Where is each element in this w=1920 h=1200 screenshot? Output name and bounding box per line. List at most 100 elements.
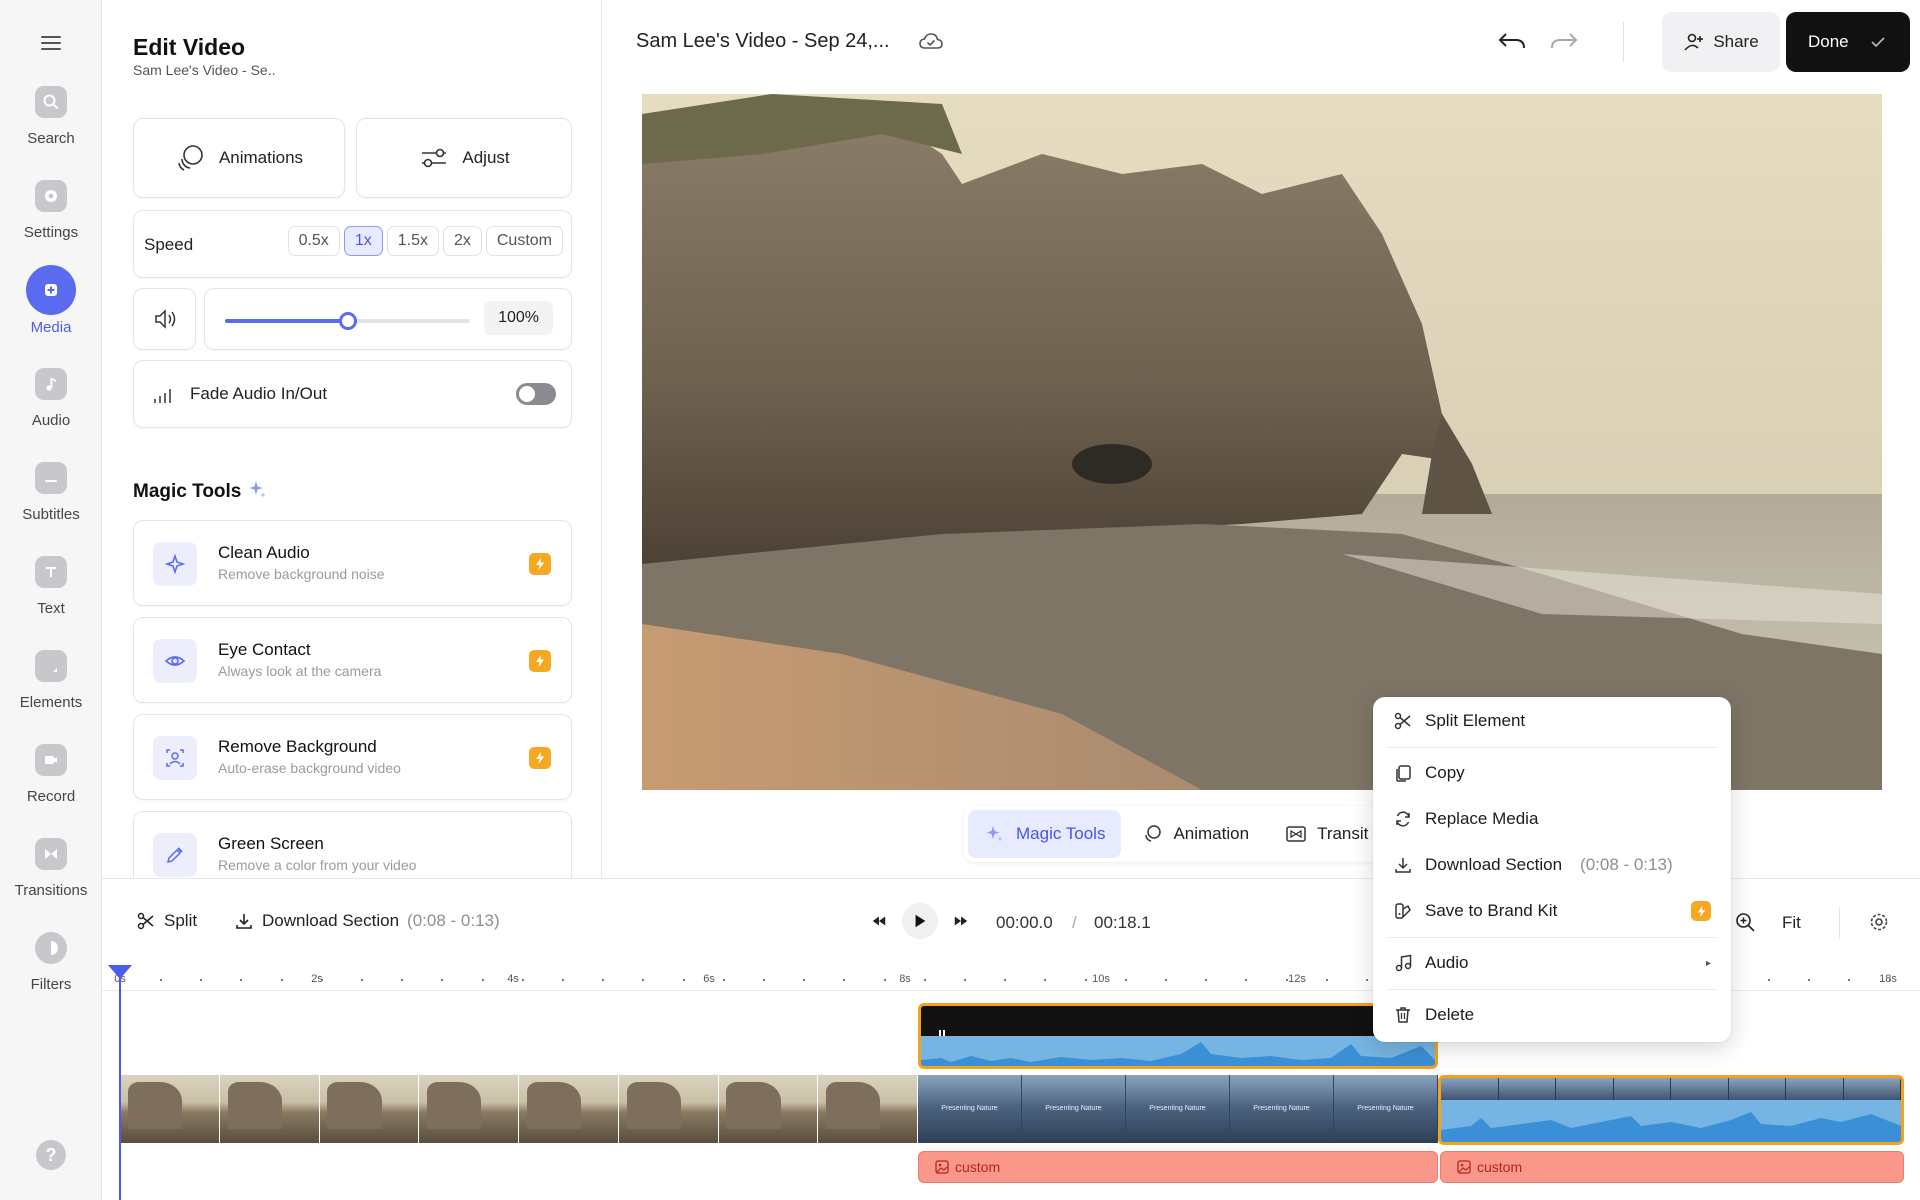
rewind-button[interactable] bbox=[861, 903, 897, 939]
music-note-icon bbox=[1395, 954, 1412, 972]
rail-item-media[interactable]: Media bbox=[0, 265, 102, 354]
rail-item-settings[interactable]: Settings bbox=[0, 180, 102, 260]
fade-audio-label: Fade Audio In/Out bbox=[190, 384, 328, 403]
video-clip-selected[interactable] bbox=[1438, 1075, 1904, 1145]
ruler-tick bbox=[1084, 979, 1087, 981]
lightning-bolt-icon bbox=[1691, 901, 1711, 921]
audio-clip-selected[interactable] bbox=[918, 1003, 1438, 1069]
video-clip-mountains[interactable]: Presenting Nature Presenting Nature Pres… bbox=[918, 1075, 1438, 1143]
menu-item-audio[interactable]: Audio ▸ bbox=[1373, 941, 1731, 985]
ruler-tick bbox=[1366, 979, 1368, 981]
text-icon bbox=[35, 556, 67, 588]
rail-item-search[interactable]: Search bbox=[0, 86, 102, 166]
image-icon bbox=[935, 1160, 949, 1174]
rail-label: Subtitles bbox=[22, 506, 80, 523]
project-title[interactable]: Sam Lee's Video - Sep 24,... bbox=[636, 30, 890, 53]
menu-item-copy[interactable]: Copy bbox=[1373, 751, 1731, 795]
panel-subtitle: Sam Lee's Video - Se.. bbox=[133, 62, 276, 78]
tool-green-screen[interactable]: Green Screen Remove a color from your vi… bbox=[133, 811, 572, 878]
panel-title: Edit Video bbox=[133, 34, 246, 60]
add-person-icon bbox=[1684, 33, 1704, 51]
undo-icon[interactable] bbox=[1496, 28, 1528, 56]
lightning-bolt-icon bbox=[529, 650, 551, 672]
tool-remove-background[interactable]: Remove Background Auto-erase background … bbox=[133, 714, 572, 800]
custom-overlay-clip[interactable]: custom bbox=[918, 1151, 1438, 1183]
ruler-label: 6s bbox=[703, 973, 715, 985]
share-button[interactable]: Share bbox=[1662, 12, 1780, 72]
ruler-tick bbox=[1124, 979, 1127, 981]
done-button[interactable]: Done bbox=[1786, 12, 1910, 72]
speed-option[interactable]: 2x bbox=[442, 226, 482, 256]
tool-name: Remove Background bbox=[218, 737, 377, 756]
download-section-button[interactable]: Download Section (0:08 - 0:13) bbox=[234, 911, 500, 931]
ruler-label: 4s bbox=[507, 973, 519, 985]
volume-slider-thumb[interactable] bbox=[338, 312, 357, 330]
lightning-bolt-icon bbox=[529, 553, 551, 575]
clip-thumbnail: Presenting Nature bbox=[1334, 1075, 1438, 1143]
hamburger-menu-icon[interactable] bbox=[37, 32, 65, 56]
gear-icon[interactable] bbox=[1868, 911, 1890, 933]
fade-audio-toggle[interactable] bbox=[516, 383, 556, 405]
tool-clean-audio[interactable]: Clean Audio Remove background noise bbox=[133, 520, 572, 606]
magic-tools-button[interactable]: Magic Tools bbox=[968, 810, 1122, 858]
music-note-icon bbox=[35, 368, 67, 400]
half-circle-icon bbox=[35, 932, 67, 964]
rail-item-elements[interactable]: Elements bbox=[0, 650, 102, 730]
menu-item-save-brand-kit[interactable]: Save to Brand Kit bbox=[1373, 889, 1731, 933]
fit-button[interactable]: Fit bbox=[1782, 913, 1801, 933]
speed-option[interactable]: Custom bbox=[485, 226, 563, 256]
video-preview[interactable] bbox=[642, 94, 1882, 790]
menu-label: Audio bbox=[1425, 953, 1469, 972]
split-label: Split bbox=[164, 911, 198, 930]
transition-button[interactable]: Transit bbox=[1269, 810, 1384, 858]
video-clip-cliffs[interactable] bbox=[120, 1075, 918, 1143]
ruler-tick bbox=[923, 979, 926, 981]
menu-label: Delete bbox=[1425, 1005, 1475, 1024]
zoom-in-icon[interactable] bbox=[1734, 911, 1756, 933]
play-button[interactable] bbox=[902, 903, 938, 939]
ruler-label: 12s bbox=[1288, 973, 1306, 985]
speed-option[interactable]: 1.5x bbox=[386, 226, 439, 256]
menu-item-download-section[interactable]: Download Section (0:08 - 0:13) bbox=[1373, 843, 1731, 887]
redo-icon[interactable] bbox=[1548, 28, 1580, 56]
fast-forward-button[interactable] bbox=[943, 903, 979, 939]
refresh-icon bbox=[1396, 811, 1410, 827]
rail-label: Search bbox=[27, 130, 75, 147]
rail-item-text[interactable]: Text bbox=[0, 556, 102, 636]
rail-item-subtitles[interactable]: Subtitles bbox=[0, 462, 102, 542]
clip-thumbnail bbox=[120, 1075, 220, 1143]
sliders-icon bbox=[422, 148, 447, 168]
ruler-tick bbox=[1888, 979, 1891, 981]
download-icon bbox=[1395, 858, 1411, 873]
video-camera-icon bbox=[35, 744, 67, 776]
help-button[interactable]: ? bbox=[36, 1140, 66, 1170]
tool-desc: Remove background noise bbox=[218, 566, 385, 582]
menu-divider bbox=[1387, 937, 1717, 938]
menu-item-split-element[interactable]: Split Element bbox=[1373, 699, 1731, 743]
magic-tools-label: Magic Tools bbox=[1016, 824, 1106, 843]
speed-label: Speed bbox=[144, 235, 194, 254]
menu-item-replace-media[interactable]: Replace Media bbox=[1373, 797, 1731, 841]
animation-button[interactable]: Animation bbox=[1125, 810, 1265, 858]
split-button[interactable]: Split bbox=[136, 911, 197, 931]
speed-option[interactable]: 0.5x bbox=[287, 226, 340, 256]
tool-eye-contact[interactable]: Eye Contact Always look at the camera bbox=[133, 617, 572, 703]
speed-option[interactable]: 1x bbox=[343, 226, 383, 256]
rail-item-audio[interactable]: Audio bbox=[0, 368, 102, 448]
custom-overlay-clip[interactable]: custom bbox=[1440, 1151, 1904, 1183]
mute-button[interactable] bbox=[133, 288, 196, 350]
menu-item-delete[interactable]: Delete bbox=[1373, 993, 1731, 1037]
ruler-tick bbox=[722, 979, 725, 981]
volume-value[interactable]: 100% bbox=[484, 301, 553, 335]
rail-item-transitions[interactable]: Transitions bbox=[0, 838, 102, 918]
rail-item-record[interactable]: Record bbox=[0, 744, 102, 824]
rail-item-filters[interactable]: Filters bbox=[0, 932, 102, 1012]
audio-waveform bbox=[921, 1036, 1435, 1066]
adjust-button[interactable]: Adjust bbox=[356, 118, 572, 198]
playhead[interactable] bbox=[108, 965, 132, 1200]
eye-icon bbox=[153, 639, 197, 683]
clip-thumbnail bbox=[818, 1075, 918, 1143]
clip-thumbnail bbox=[319, 1075, 420, 1143]
volume-slider[interactable] bbox=[225, 312, 470, 330]
animations-button[interactable]: Animations bbox=[133, 118, 345, 198]
